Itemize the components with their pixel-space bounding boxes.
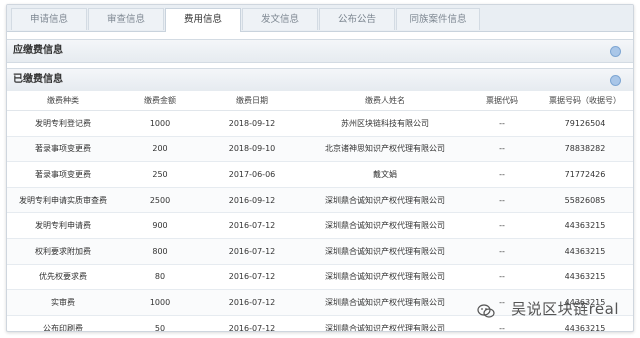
table-cell: 深圳鼎合诚知识产权代理有限公司 xyxy=(303,187,467,214)
table-cell: 79126504 xyxy=(537,110,633,137)
table-cell: -- xyxy=(467,264,537,291)
table-cell: 2017-06-06 xyxy=(201,161,303,188)
tab-family-case-info[interactable]: 同族案件信息 xyxy=(396,8,480,30)
column-header: 票据代码 xyxy=(467,91,537,111)
table-cell: 800 xyxy=(119,238,201,265)
collapse-circle-icon[interactable] xyxy=(610,75,621,86)
due-fees-title: 应缴费信息 xyxy=(13,45,63,56)
table-row: 著录事项变更费 200 2018-09-10 北京诸神思知识产权代理有限公司 -- 788… xyxy=(7,136,633,163)
table-cell: 900 xyxy=(119,212,201,239)
table-cell: 250 xyxy=(119,161,201,188)
paid-fees-title: 已缴费信息 xyxy=(13,74,63,85)
table-cell: 55826085 xyxy=(537,187,633,214)
table-cell: 发明专利申请实质审查费 xyxy=(7,187,119,214)
table-cell: 公布印刷费 xyxy=(7,315,119,331)
table-cell: -- xyxy=(467,110,537,137)
table-cell: 戴文娟 xyxy=(303,161,467,188)
tab-examination-info[interactable]: 审查信息 xyxy=(88,8,164,30)
table-cell: 2016-09-12 xyxy=(201,187,303,214)
app-window: 申请信息 审查信息 费用信息 发文信息 公布公告 同族案件信息 应缴费信息 已缴… xyxy=(6,4,634,332)
table-cell: 2500 xyxy=(119,187,201,214)
table-cell: 深圳鼎合诚知识产权代理有限公司 xyxy=(303,264,467,291)
table-cell: -- xyxy=(467,187,537,214)
table-cell: 2016-07-12 xyxy=(201,289,303,316)
table-cell: 深圳鼎合诚知识产权代理有限公司 xyxy=(303,289,467,316)
tab-bar: 申请信息 审查信息 费用信息 发文信息 公布公告 同族案件信息 xyxy=(7,5,633,32)
table-cell: 苏州区块链科技有限公司 xyxy=(303,110,467,137)
table-cell: 2018-09-10 xyxy=(201,136,303,163)
table-cell: 1000 xyxy=(119,289,201,316)
paid-fees-header[interactable]: 已缴费信息 xyxy=(7,68,633,92)
table-cell: 44363215 xyxy=(537,238,633,265)
table-cell: 权利要求附加费 xyxy=(7,238,119,265)
table-row: 权利要求附加费 800 2016-07-12 深圳鼎合诚知识产权代理有限公司 -- 443… xyxy=(7,238,633,265)
table-cell: 实审费 xyxy=(7,289,119,316)
column-header: 缴费日期 xyxy=(201,91,303,111)
table-cell: 发明专利申请费 xyxy=(7,212,119,239)
column-header: 缴费人姓名 xyxy=(303,91,467,111)
collapse-circle-icon[interactable] xyxy=(610,46,621,57)
table-cell: 北京诸神思知识产权代理有限公司 xyxy=(303,136,467,163)
wechat-icon xyxy=(477,304,495,318)
column-header: 缴费种类 xyxy=(7,91,119,111)
table-cell: 50 xyxy=(119,315,201,331)
table-cell: -- xyxy=(467,212,537,239)
table-row: 优先权要求费 80 2016-07-12 深圳鼎合诚知识产权代理有限公司 -- 44363… xyxy=(7,264,633,291)
tab-publication-notice[interactable]: 公布公告 xyxy=(319,8,395,30)
table-row: 发明专利申请费 900 2016-07-12 深圳鼎合诚知识产权代理有限公司 -- 443… xyxy=(7,212,633,239)
table-cell: 发明专利登记费 xyxy=(7,110,119,137)
table-cell: -- xyxy=(467,161,537,188)
table-cell: 著录事项变更费 xyxy=(7,161,119,188)
tab-fee-info[interactable]: 费用信息 xyxy=(165,8,241,32)
table-cell: -- xyxy=(467,238,537,265)
table-header-row: 缴费种类 缴费金额 缴费日期 缴费人姓名 票据代码 票据号码（收据号） xyxy=(7,91,633,111)
tab-dispatch-info[interactable]: 发文信息 xyxy=(242,8,318,30)
table-cell: 著录事项变更费 xyxy=(7,136,119,163)
table-cell: 1000 xyxy=(119,110,201,137)
table-cell: -- xyxy=(467,136,537,163)
table-cell: 深圳鼎合诚知识产权代理有限公司 xyxy=(303,238,467,265)
watermark-text: 吴说区块链real xyxy=(511,300,619,318)
table-cell: 71772426 xyxy=(537,161,633,188)
table-cell: 2016-07-12 xyxy=(201,315,303,331)
table-cell: 2016-07-12 xyxy=(201,264,303,291)
table-cell: 78838282 xyxy=(537,136,633,163)
table-cell: 2016-07-12 xyxy=(201,212,303,239)
table-cell: 深圳鼎合诚知识产权代理有限公司 xyxy=(303,212,467,239)
table-cell: 44363215 xyxy=(537,212,633,239)
table-cell: 2018-09-12 xyxy=(201,110,303,137)
column-header: 缴费金额 xyxy=(119,91,201,111)
table-row: 发明专利登记费 1000 2018-09-12 苏州区块链科技有限公司 -- 791265… xyxy=(7,110,633,137)
table-cell: 80 xyxy=(119,264,201,291)
table-cell: 深圳鼎合诚知识产权代理有限公司 xyxy=(303,315,467,331)
table-cell: 200 xyxy=(119,136,201,163)
table-row: 著录事项变更费 250 2017-06-06 戴文娟 -- 71772426 xyxy=(7,161,633,188)
paid-fees-table: 缴费种类 缴费金额 缴费日期 缴费人姓名 票据代码 票据号码（收据号） 发明专利… xyxy=(7,91,633,331)
table-cell: 2016-07-12 xyxy=(201,238,303,265)
table-cell: 44363215 xyxy=(537,264,633,291)
table-cell: 优先权要求费 xyxy=(7,264,119,291)
due-fees-header[interactable]: 应缴费信息 xyxy=(7,39,633,63)
table-row: 发明专利申请实质审查费 2500 2016-09-12 深圳鼎合诚知识产权代理有限公司… xyxy=(7,187,633,214)
column-header: 票据号码（收据号） xyxy=(537,91,633,111)
tab-application-info[interactable]: 申请信息 xyxy=(11,8,87,30)
